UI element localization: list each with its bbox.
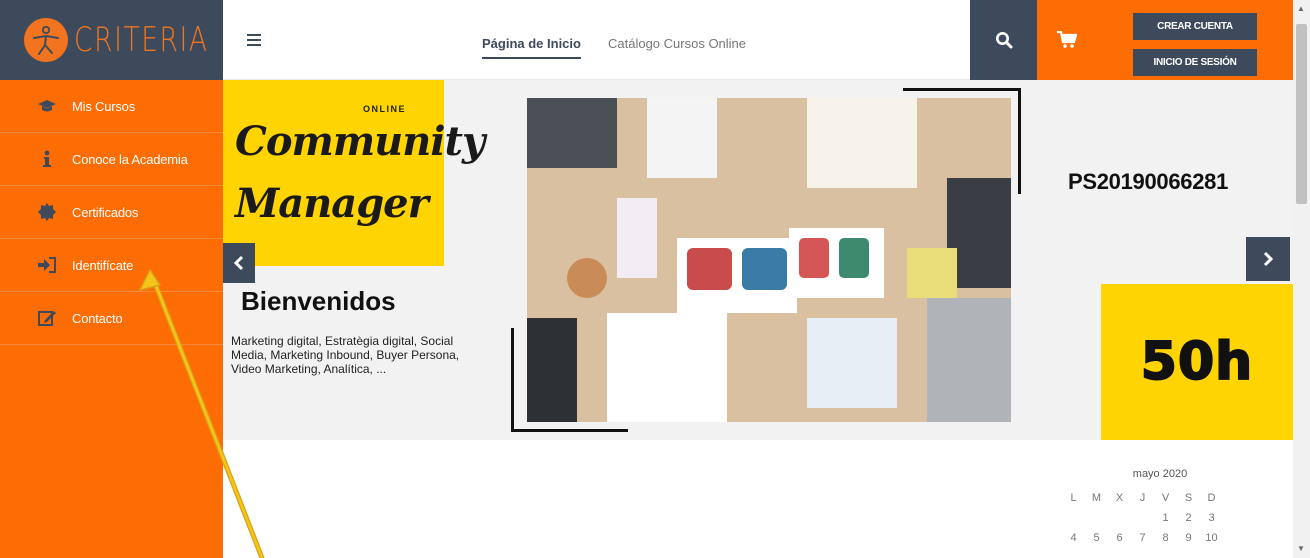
search-button[interactable] bbox=[970, 0, 1037, 80]
hero-slider: ONLINE Community Manager Bienvenidos Mar… bbox=[223, 80, 1293, 440]
welcome-title: Bienvenidos bbox=[241, 286, 396, 316]
slider-next-button[interactable] bbox=[1246, 237, 1290, 281]
course-title-card: ONLINE Community Manager bbox=[223, 80, 485, 266]
sidebar-item-label: Certificados bbox=[72, 204, 139, 220]
online-label: ONLINE bbox=[363, 104, 407, 114]
sidebar-item-label: Mis Cursos bbox=[72, 98, 136, 114]
edit-icon bbox=[36, 309, 58, 327]
top-bar: Página de Inicio Catálogo Cursos Online … bbox=[223, 0, 1310, 80]
sidebar: CRITERIA Mis Cursos Conoce la Academia C… bbox=[0, 0, 223, 558]
chevron-left-icon bbox=[233, 255, 244, 271]
login-button[interactable]: INICIO DE SESIÓN bbox=[1133, 49, 1257, 76]
welcome-description: Marketing digital, Estratègia digital, S… bbox=[231, 334, 460, 376]
sidebar-item-label: Identifícate bbox=[72, 257, 134, 273]
logo[interactable]: CRITERIA bbox=[0, 0, 223, 80]
course-title-line1: Community bbox=[235, 118, 485, 165]
calendar-day[interactable]: 4 bbox=[1062, 532, 1085, 544]
sidebar-item-label: Contacto bbox=[72, 310, 123, 326]
calendar-day[interactable]: 5 bbox=[1085, 532, 1108, 544]
calendar-day[interactable]: 3 bbox=[1200, 512, 1223, 524]
course-photo bbox=[527, 98, 1011, 422]
scroll-up-arrow-icon[interactable]: ▲ bbox=[1297, 4, 1305, 13]
certificate-icon bbox=[36, 203, 58, 221]
slider-prev-button[interactable] bbox=[223, 243, 255, 283]
page-root: CRITERIA Mis Cursos Conoce la Academia C… bbox=[0, 0, 1310, 558]
calendar-title: mayo 2020 bbox=[1132, 468, 1188, 480]
course-code: PS20190066281 bbox=[1068, 169, 1229, 194]
calendar-day[interactable]: 7 bbox=[1131, 532, 1154, 544]
nav-home-link[interactable]: Página de Inicio bbox=[482, 36, 581, 59]
sidebar-item-identificate[interactable]: Identifícate bbox=[0, 239, 223, 292]
weekday-label: D bbox=[1207, 492, 1216, 504]
calendar-widget: mayo 2020 L M X J V S D 1 2 3 4 5 6 7 8 … bbox=[1062, 468, 1278, 544]
calendar-day bbox=[1085, 512, 1108, 524]
weekday-label: V bbox=[1161, 492, 1170, 504]
calendar-day[interactable]: 9 bbox=[1177, 532, 1200, 544]
shopping-cart-icon bbox=[1057, 31, 1077, 48]
weekday-label: J bbox=[1139, 492, 1146, 504]
calendar-day[interactable]: 1 bbox=[1154, 512, 1177, 524]
search-icon bbox=[995, 32, 1012, 49]
sidebar-item-certificados[interactable]: Certificados bbox=[0, 186, 223, 239]
weekday-label: X bbox=[1115, 492, 1124, 504]
info-icon bbox=[36, 150, 58, 168]
sidebar-item-label: Conoce la Academia bbox=[72, 151, 188, 167]
scroll-down-arrow-icon[interactable]: ▼ bbox=[1297, 544, 1305, 553]
calendar-day[interactable]: 10 bbox=[1200, 532, 1223, 544]
frame-line bbox=[511, 328, 514, 432]
calendar-day bbox=[1108, 512, 1131, 524]
calendar-day bbox=[1062, 512, 1085, 524]
course-title-line2: Manager bbox=[235, 180, 429, 227]
weekday-label: S bbox=[1184, 492, 1193, 504]
hours-card: 50h bbox=[1101, 284, 1293, 440]
sidebar-menu: Mis Cursos Conoce la Academia Certificad… bbox=[0, 80, 223, 345]
scroll-thumb[interactable] bbox=[1296, 24, 1307, 204]
weekday-label: L bbox=[1070, 492, 1077, 504]
sign-in-icon bbox=[36, 256, 58, 274]
logo-text: CRITERIA bbox=[74, 20, 209, 60]
sidebar-item-mis-cursos[interactable]: Mis Cursos bbox=[0, 80, 223, 133]
calendar-day[interactable]: 2 bbox=[1177, 512, 1200, 524]
calendar-day[interactable]: 8 bbox=[1154, 532, 1177, 544]
frame-line bbox=[1018, 88, 1021, 194]
chevron-right-icon bbox=[1263, 251, 1274, 267]
course-hours: 50h bbox=[1140, 331, 1254, 393]
calendar-day[interactable]: 6 bbox=[1108, 532, 1131, 544]
nav-catalog-link[interactable]: Catálogo Cursos Online bbox=[608, 36, 746, 51]
create-account-button[interactable]: CREAR CUENTA bbox=[1133, 13, 1257, 40]
sidebar-item-conoce-la-academia[interactable]: Conoce la Academia bbox=[0, 133, 223, 186]
sidebar-item-contacto[interactable]: Contacto bbox=[0, 292, 223, 345]
auth-area: CREAR CUENTA INICIO DE SESIÓN bbox=[1097, 0, 1294, 80]
cart-button[interactable] bbox=[1037, 0, 1097, 80]
graduation-cap-icon bbox=[36, 97, 58, 115]
hamburger-menu-icon[interactable] bbox=[247, 34, 261, 46]
frame-line bbox=[511, 429, 628, 432]
weekday-label: M bbox=[1091, 492, 1102, 504]
calendar-day bbox=[1131, 512, 1154, 524]
logo-person-icon bbox=[24, 18, 68, 62]
page-scrollbar[interactable]: ▲ ▼ bbox=[1293, 0, 1310, 558]
calendar-grid: L M X J V S D 1 2 3 4 5 6 7 8 9 10 bbox=[1062, 492, 1278, 544]
frame-line bbox=[903, 88, 1021, 91]
